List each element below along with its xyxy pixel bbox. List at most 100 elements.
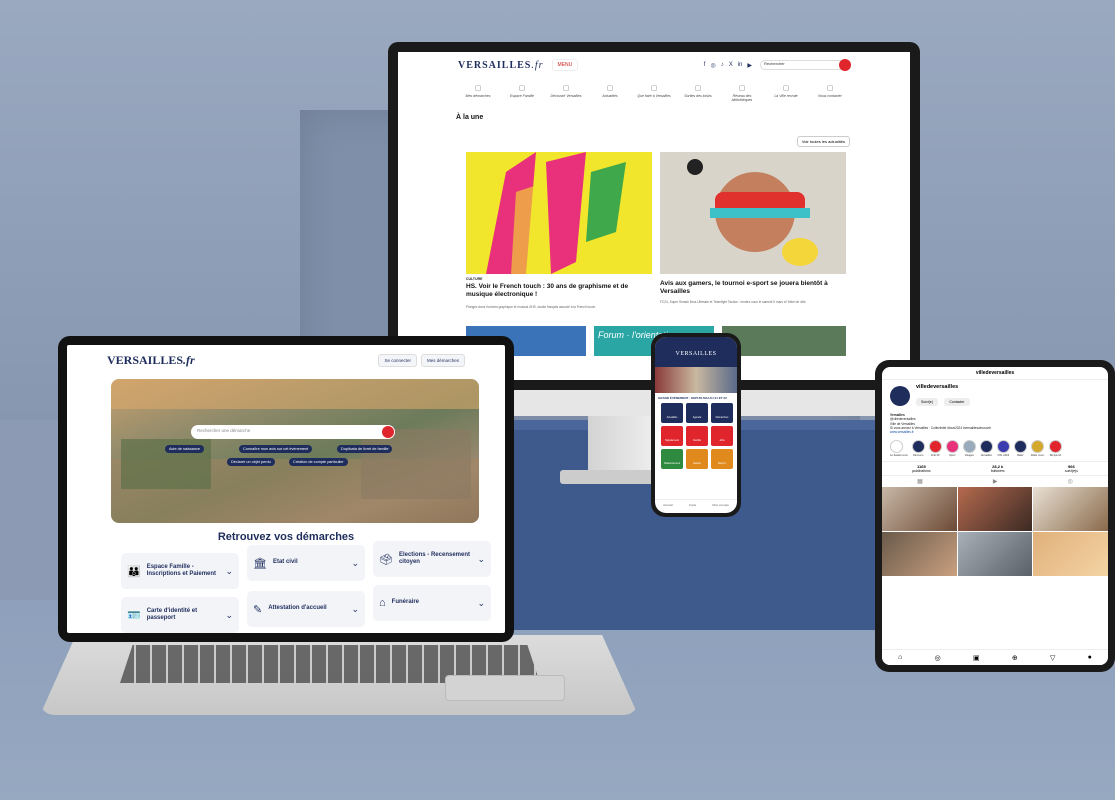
card-desc: Plongez dans l'univers graphique et musi…	[466, 305, 597, 309]
card-title[interactable]: HS. Voir le French touch : 30 ans de gra…	[466, 283, 652, 299]
quick-link[interactable]: ▢ Réseau des bibliothèques	[723, 84, 761, 102]
site-logo[interactable]: VERSAILLES.fr	[458, 60, 544, 71]
stat-posts[interactable]: 1165 publications	[912, 464, 930, 473]
app-tile[interactable]: Actualités	[661, 403, 683, 423]
my-procedures-button[interactable]: Mes démarches	[420, 353, 465, 367]
chevron-down-icon: ⌄	[477, 597, 485, 608]
photo-thumb[interactable]	[957, 486, 1033, 531]
bio-link[interactable]: www.versailles.fr	[890, 430, 914, 434]
photo-thumb[interactable]	[1033, 486, 1108, 531]
search-icon[interactable]	[839, 59, 851, 71]
tab-account[interactable]: Mon compte	[712, 503, 729, 513]
home-icon[interactable]: ⌂	[898, 654, 902, 661]
site-logo[interactable]: VERSAILLES.fr	[107, 353, 195, 368]
quick-link[interactable]: ▢ Espace Famille	[503, 84, 541, 102]
stat-followers[interactable]: 28,2 k followers	[991, 464, 1005, 473]
highlight[interactable]: Parcours	[911, 439, 925, 457]
highlight[interactable]: Visages	[962, 439, 976, 457]
tiktok-icon[interactable]: ♪	[721, 62, 724, 69]
avatar[interactable]	[890, 386, 910, 406]
menu-button[interactable]: MENU	[551, 59, 579, 71]
suggestion-chip[interactable]: Déclarer un objet perdu	[227, 458, 275, 466]
shop-icon[interactable]: ▽	[1050, 654, 1055, 662]
app-tile[interactable]: Agenda	[686, 403, 708, 423]
tagged-icon[interactable]: ◎	[1068, 478, 1073, 485]
laptop: VERSAILLES.fr Se connecter Mes démarches…	[58, 336, 514, 642]
highlight[interactable]: Batel	[1013, 439, 1027, 457]
tablet-screen: villedeversailles villedeversailles Suiv…	[882, 367, 1108, 665]
x-icon[interactable]: X	[729, 62, 733, 69]
card-title[interactable]: Avis aux gamers, le tournoi e-sport se j…	[660, 280, 846, 296]
library-icon: ▢	[738, 85, 746, 92]
app-tile[interactable]: Démarches	[711, 403, 733, 423]
photo-thumb[interactable]	[882, 486, 957, 531]
app-news-image[interactable]	[655, 367, 737, 393]
news-card-image-hs[interactable]	[466, 152, 652, 274]
quick-link[interactable]: ▢ Mes démarches	[459, 84, 497, 102]
highlight[interactable]: Fêtes musi..	[1030, 439, 1045, 457]
suggestion-chip[interactable]: Acte de naissance	[165, 445, 205, 453]
app-header-logo: VERSAILLES	[655, 337, 737, 367]
app-tile[interactable]: Famille	[686, 426, 708, 446]
photo-thumb[interactable]	[1033, 531, 1108, 576]
app-tile[interactable]: Stationnement	[661, 449, 683, 469]
add-icon[interactable]: ⊕	[1012, 654, 1018, 662]
youtube-icon[interactable]: ▶	[747, 62, 752, 69]
search-input[interactable]: Rechercher une démarche	[191, 425, 395, 439]
procedure-tile[interactable]: ⌂ Funéraire ⌄	[373, 585, 491, 621]
photo-thumb[interactable]	[882, 531, 957, 576]
instagram-icon[interactable]: ◎	[710, 62, 715, 69]
photo-thumb[interactable]	[957, 531, 1033, 576]
quick-link[interactable]: ▢ Sorties des loisirs	[679, 84, 717, 102]
profile-icon[interactable]: ●	[1088, 654, 1092, 661]
phone-screen: VERSAILLES GRAND ÉVÉNEMENT · DEPUIS MAI …	[655, 337, 737, 513]
contact-button[interactable]: Contacter	[944, 398, 970, 406]
highlight[interactable]: FLE 48	[928, 439, 942, 457]
explore-icon[interactable]: ◎	[935, 654, 941, 662]
procedure-tile[interactable]: 👪 Espace Famille - Inscriptions et Paieme…	[121, 553, 239, 589]
quick-link[interactable]: ▢ Que faire à Versailles	[635, 84, 673, 102]
reels-icon[interactable]: ▶	[993, 478, 998, 485]
suggestion-chip[interactable]: Création de compte particulier	[289, 458, 348, 466]
procedure-tile[interactable]: 🪪 Carte d'identité et passeport ⌄	[121, 597, 239, 633]
tablet: villedeversailles villedeversailles Suiv…	[875, 360, 1115, 672]
highlight[interactable]: Versailles	[979, 439, 993, 457]
app-tile[interactable]: Culture	[686, 449, 708, 469]
tab-home[interactable]: Accueil	[663, 503, 673, 513]
suggestion-chip[interactable]: Connaître mon avis sur cet événement	[239, 445, 313, 453]
laptop-trackpad	[445, 675, 565, 701]
highlight[interactable]: VOL 2023	[996, 439, 1010, 457]
procedure-tile[interactable]: 🗳 Elections - Recensement citoyen ⌄	[373, 541, 491, 577]
jobs-icon: ▢	[782, 85, 790, 92]
highlight[interactable]: Bonjourdi	[1048, 439, 1062, 457]
app-tile[interactable]: Recycl.	[711, 449, 733, 469]
app-tile[interactable]: Jobs	[711, 426, 733, 446]
profile-bio: Versailles @villedeversailles Ville de V…	[882, 412, 1108, 436]
highlight[interactable]: Le Saviez-vous	[890, 439, 908, 457]
facebook-icon[interactable]: f	[704, 62, 706, 69]
quick-link[interactable]: ▢ La Ville recrute	[767, 84, 805, 102]
grid-icon[interactable]: ▦	[917, 478, 923, 485]
login-button[interactable]: Se connecter	[378, 353, 417, 367]
monitor-screen: VERSAILLES.fr MENU f ◎ ♪ X in ▶ Recherch…	[398, 52, 910, 380]
reels-icon[interactable]: ▣	[973, 654, 980, 662]
news-card-image-esport[interactable]	[660, 152, 846, 274]
search-input[interactable]: Rechercher	[760, 59, 851, 71]
suggestion-chip[interactable]: Duplicata de livret de famille	[337, 445, 393, 453]
highlight[interactable]: Sport	[945, 439, 959, 457]
linkedin-icon[interactable]: in	[738, 62, 743, 69]
see-all-button[interactable]: Voir toutes les actualités	[796, 136, 850, 147]
search-icon[interactable]	[382, 426, 394, 438]
quick-link[interactable]: ▢ Découvrir Versailles	[547, 84, 585, 102]
profile-stats: 1165 publications 28,2 k followers 966 suiv…	[882, 460, 1108, 476]
quick-link[interactable]: ▢ Nous contacter	[811, 84, 849, 102]
tab-map[interactable]: Carte	[689, 503, 696, 513]
follow-button[interactable]: Suivi(e)	[916, 398, 938, 406]
app-tile[interactable]: Signalement	[661, 426, 683, 446]
contact-icon: ▢	[826, 85, 834, 92]
procedure-tile[interactable]: ✎ Attestation d'accueil ⌄	[247, 591, 365, 627]
procedure-tile[interactable]: 🏛 Etat civil ⌄	[247, 545, 365, 581]
app-news-text[interactable]: GRAND ÉVÉNEMENT · DEPUIS MAI AU 21 ET 22	[655, 393, 737, 403]
stat-following[interactable]: 966 suivi(e)s	[1065, 464, 1078, 473]
quick-link[interactable]: ▢ Actualités	[591, 84, 629, 102]
